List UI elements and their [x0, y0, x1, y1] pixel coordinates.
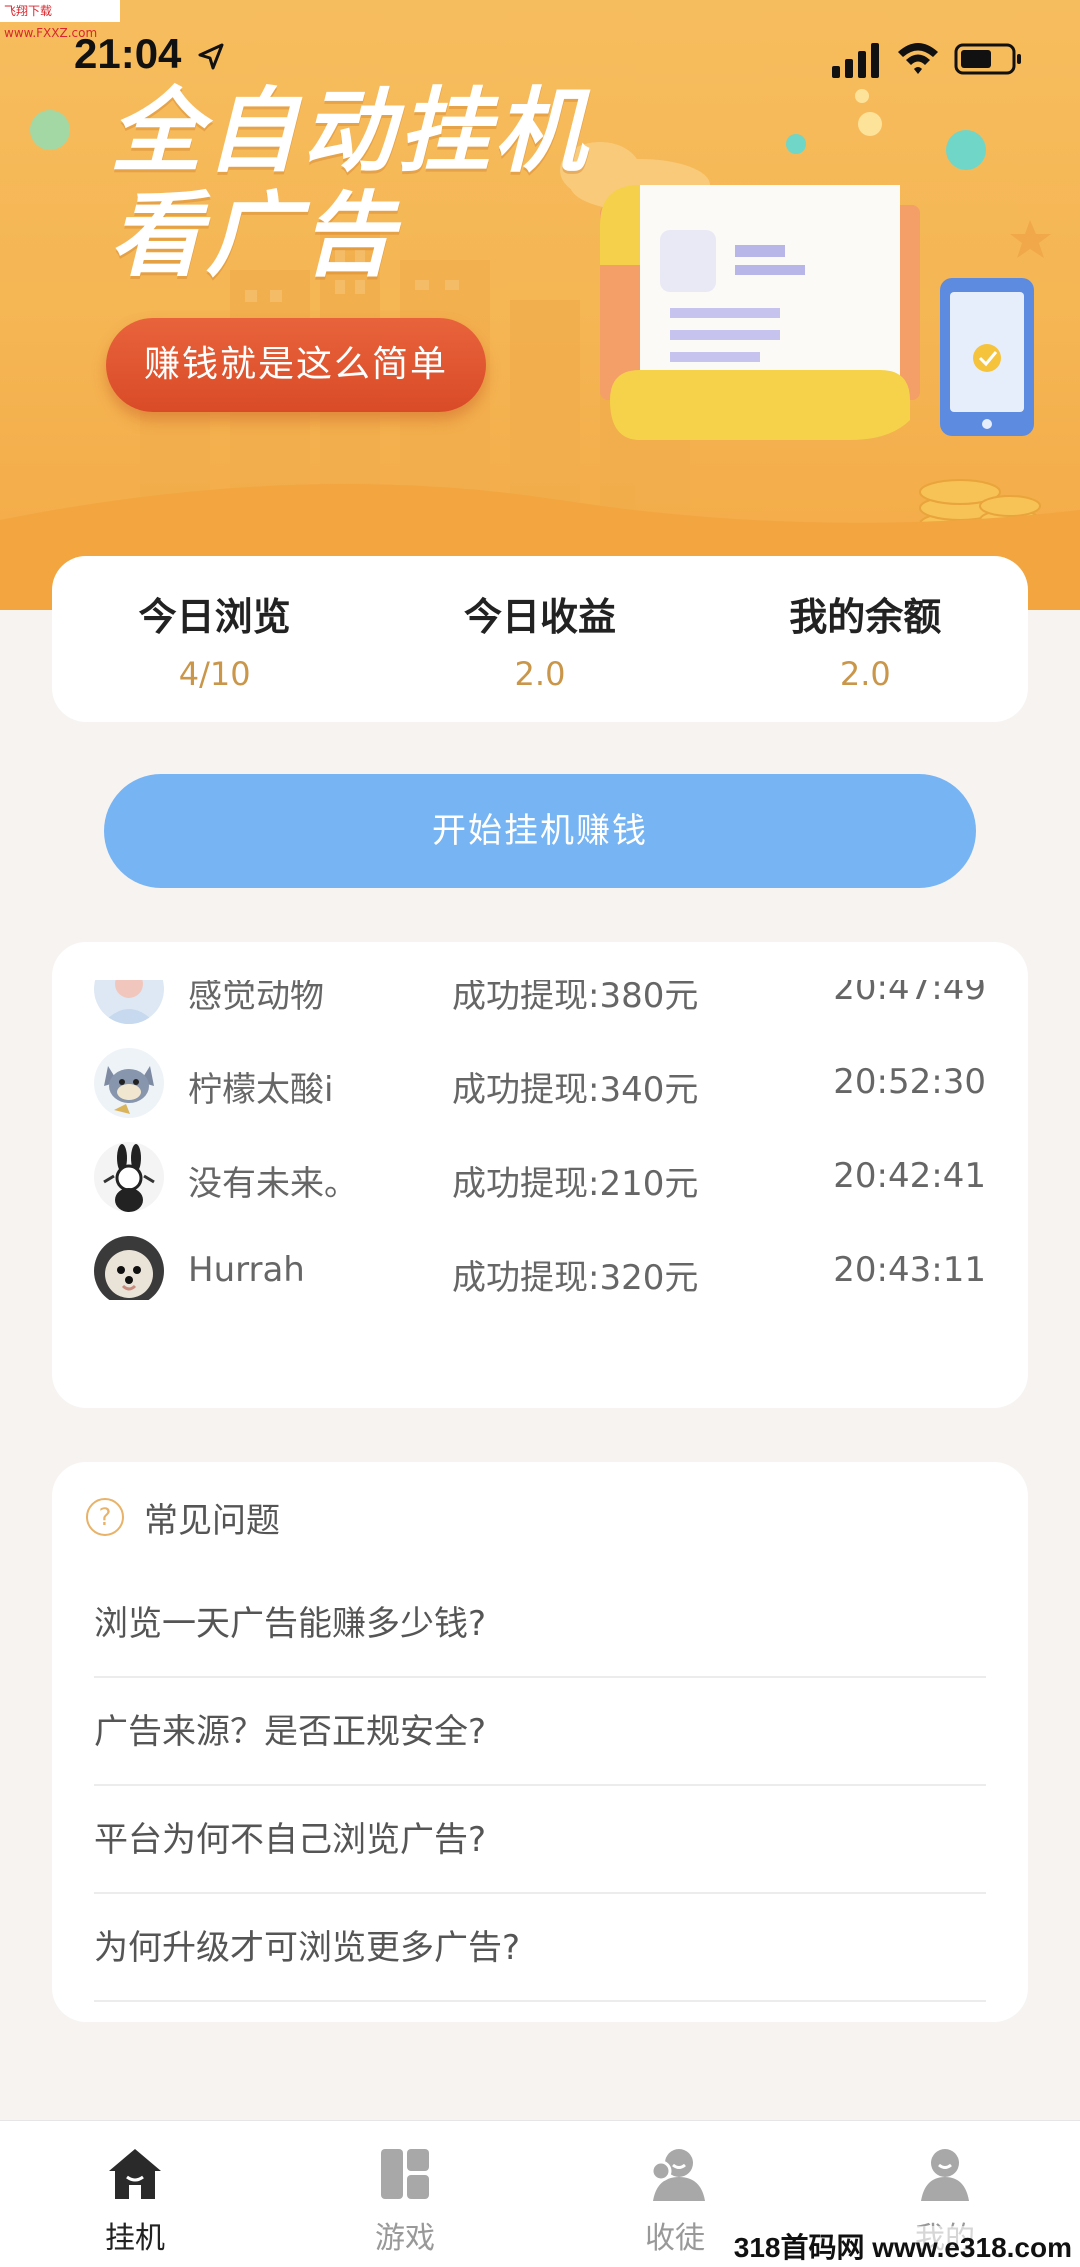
- location-arrow-icon: [198, 43, 224, 70]
- faq-item[interactable]: 为何升级才可浏览更多广告?: [94, 1894, 986, 2002]
- game-grid-icon: [381, 2149, 429, 2199]
- hero-slogan-pill[interactable]: 赚钱就是这么简单: [106, 318, 486, 412]
- stats-card: 今日浏览 4/10 今日收益 2.0 我的余额 2.0: [52, 556, 1028, 722]
- stat-value: 2.0: [839, 654, 891, 693]
- status-time: 21:04: [74, 30, 182, 77]
- list-item: Hurrah 成功提现:320元 20:43:11: [52, 1224, 1028, 1300]
- record-username: 柠檬太酸i: [188, 1070, 334, 1110]
- tab-hangup[interactable]: 挂机: [0, 2121, 270, 2267]
- profile-icon: [921, 2149, 969, 2201]
- record-action: 成功提现:380元: [452, 980, 699, 1016]
- stat-label: 今日收益: [463, 594, 616, 639]
- question-circle-icon: ?: [86, 1498, 124, 1536]
- hero-title-line1: 全自动挂机: [110, 78, 591, 185]
- tab-games[interactable]: 游戏: [270, 2121, 540, 2267]
- record-time: 20:43:11: [833, 1250, 986, 1290]
- stat-value: 2.0: [514, 654, 566, 693]
- start-earning-button[interactable]: 开始挂机赚钱: [104, 774, 976, 888]
- home-icon: [109, 2149, 161, 2199]
- record-action: 成功提现:210元: [452, 1164, 699, 1204]
- list-item: 感觉动物 成功提现:380元 20:47:49: [52, 980, 1028, 1036]
- record-time: 20:42:41: [833, 1156, 986, 1196]
- list-item: 柠檬太酸i 成功提现:340元 20:52:30: [52, 1036, 1028, 1130]
- record-username: 感觉动物: [188, 980, 324, 1016]
- tab-label: 游戏: [375, 2221, 435, 2256]
- record-action: 成功提现:320元: [452, 1258, 699, 1298]
- stat-label: 今日浏览: [138, 594, 291, 639]
- cellular-signal-icon: [832, 43, 879, 78]
- dog-avatar-icon: [94, 1236, 164, 1300]
- faq-item[interactable]: 平台为何不自己浏览广告?: [94, 1786, 986, 1894]
- apprentice-icon: [650, 2149, 705, 2201]
- stat-today-earnings: 今日收益 2.0: [390, 586, 690, 693]
- top-watermark: 飞翔下载 www.FXXZ.com: [0, 0, 120, 40]
- wifi-icon: [898, 43, 938, 74]
- faq-header: ? 常见问题: [86, 1492, 280, 1542]
- records-list: 感觉动物 成功提现:380元 20:47:49 柠檬太酸i 成功提现:340元 …: [52, 980, 1028, 1300]
- bunny-avatar-icon: [94, 1142, 164, 1212]
- record-time: 20:47:49: [833, 980, 986, 1008]
- list-item: 没有未来。 成功提现:210元 20:42:41: [52, 1130, 1028, 1224]
- hero-title: 全自动挂机 看广告: [110, 80, 630, 288]
- stat-label: 我的余额: [789, 594, 942, 639]
- records-scroll-area[interactable]: 感觉动物 成功提现:380元 20:47:49 柠檬太酸i 成功提现:340元 …: [52, 980, 1028, 1300]
- record-username: 没有未来。: [188, 1164, 358, 1204]
- hero-title-line2: 看广告: [110, 182, 399, 289]
- tab-label: 挂机: [105, 2221, 165, 2256]
- stat-today-views: 今日浏览 4/10: [65, 586, 365, 693]
- record-action: 成功提现:340元: [452, 1070, 699, 1110]
- cartoon-cat-avatar-icon: [94, 1048, 164, 1118]
- stat-my-balance[interactable]: 我的余额 2.0: [715, 586, 1015, 693]
- faq-title: 常见问题: [144, 1500, 280, 1541]
- bottom-watermark: 318首码网 www.e318.com: [733, 2226, 1072, 2266]
- faq-item[interactable]: 广告来源？是否正规安全?: [94, 1678, 986, 1786]
- record-username: Hurrah: [188, 1250, 305, 1290]
- record-time: 20:52:30: [833, 1062, 986, 1102]
- withdrawal-records-card[interactable]: 感觉动物 成功提现:380元 20:47:49 柠檬太酸i 成功提现:340元 …: [52, 942, 1028, 1408]
- stat-value: 4/10: [178, 654, 251, 693]
- avatar-icon: [94, 980, 164, 1024]
- faq-list: 浏览一天广告能赚多少钱? 广告来源？是否正规安全? 平台为何不自己浏览广告? 为…: [94, 1570, 986, 2002]
- hero-banner[interactable]: 飞翔下载 www.FXXZ.com 21:04 全自动挂机 看广告 赚钱就是这么…: [0, 0, 1080, 610]
- battery-icon: [954, 43, 1021, 75]
- faq-item[interactable]: 浏览一天广告能赚多少钱?: [94, 1570, 986, 1678]
- faq-card: ? 常见问题 浏览一天广告能赚多少钱? 广告来源？是否正规安全? 平台为何不自己…: [52, 1462, 1028, 2022]
